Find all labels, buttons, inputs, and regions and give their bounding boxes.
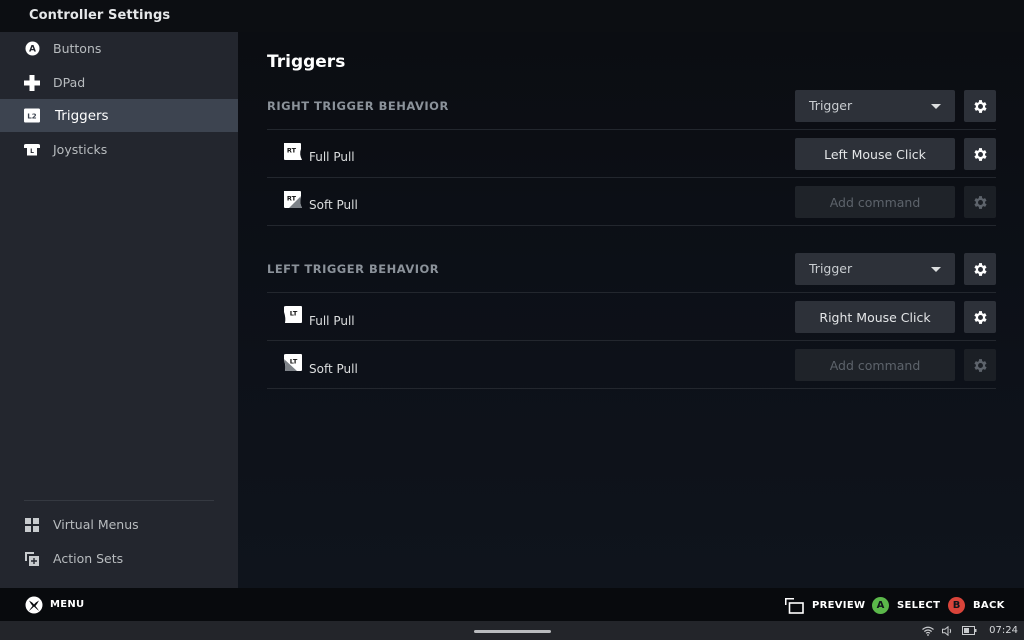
right-trigger-settings-button[interactable] (964, 90, 996, 122)
row-label: Soft Pull (309, 198, 358, 212)
svg-text:RT: RT (287, 147, 297, 155)
main-panel: Triggers RIGHT TRIGGER BEHAVIOR Trigger … (238, 32, 1024, 588)
joystick-icon: L (24, 142, 40, 158)
left-trigger-settings-button[interactable] (964, 253, 996, 285)
menu-label[interactable]: MENU (50, 599, 84, 610)
volume-icon[interactable] (942, 625, 954, 636)
dpad-icon (24, 74, 40, 91)
xbox-menu-icon[interactable] (25, 596, 43, 614)
row-divider (267, 225, 996, 226)
system-taskbar: 07:24 (0, 621, 1024, 640)
row-divider (267, 388, 996, 389)
select-label: SELECT (897, 599, 941, 611)
back-hint[interactable]: B BACK (948, 596, 1005, 614)
sidebar-item-joysticks[interactable]: L Joysticks (0, 133, 238, 166)
sidebar-item-virtual-menus[interactable]: Virtual Menus (0, 508, 238, 541)
gear-icon (973, 310, 987, 324)
sidebar-item-label: Action Sets (53, 551, 124, 566)
section-header-left-trigger: LEFT TRIGGER BEHAVIOR (267, 262, 440, 276)
sidebar-item-label: Buttons (53, 41, 102, 56)
home-indicator[interactable] (474, 630, 551, 633)
right-full-pull-settings-button[interactable] (964, 138, 996, 170)
sidebar-item-label: Virtual Menus (53, 517, 139, 532)
page-title: Triggers (267, 52, 346, 72)
title-bar: Controller Settings (0, 0, 1024, 32)
sidebar-item-label: DPad (53, 75, 86, 90)
a-button-icon: A (872, 596, 889, 614)
gear-icon (973, 195, 987, 209)
action-sets-icon (24, 551, 40, 567)
sidebar-item-triggers[interactable]: L2 Triggers (0, 99, 238, 132)
l2-trigger-icon: L2 (24, 108, 40, 124)
right-full-pull-command-button[interactable]: Left Mouse Click (795, 138, 955, 170)
chevron-down-icon (931, 104, 941, 109)
gear-icon (973, 262, 987, 276)
a-button-icon: A (24, 41, 40, 57)
footer-bar: MENU PREVIEW A SELECT B BACK (0, 588, 1024, 621)
sidebar-item-dpad[interactable]: DPad (0, 66, 238, 99)
clock: 07:24 (989, 625, 1018, 636)
sidebar-item-action-sets[interactable]: Action Sets (0, 542, 238, 575)
system-tray: 07:24 (922, 621, 1024, 640)
select-value: Trigger (809, 98, 853, 113)
row-divider (267, 129, 996, 130)
lt-soft-pull-icon: LT (284, 354, 302, 371)
row-label: Full Pull (309, 150, 355, 164)
row-divider (267, 177, 996, 178)
preview-hint[interactable]: PREVIEW (784, 596, 865, 614)
select-hint[interactable]: A SELECT (872, 596, 940, 614)
row-label: Soft Pull (309, 362, 358, 376)
preview-label: PREVIEW (812, 599, 866, 611)
b-button-icon: B (948, 596, 965, 614)
right-soft-pull-settings-button[interactable] (964, 186, 996, 218)
left-soft-pull-add-command-button[interactable]: Add command (795, 349, 955, 381)
sidebar: A Buttons DPad L2 Triggers L Joysticks V… (0, 32, 238, 588)
battery-icon[interactable] (962, 626, 977, 635)
sidebar-item-label: Joysticks (53, 142, 108, 157)
sidebar-item-label: Triggers (55, 107, 109, 124)
left-full-pull-settings-button[interactable] (964, 301, 996, 333)
left-full-pull-command-button[interactable]: Right Mouse Click (795, 301, 955, 333)
right-soft-pull-add-command-button[interactable]: Add command (795, 186, 955, 218)
row-divider (267, 340, 996, 341)
gear-icon (973, 147, 987, 161)
sidebar-item-buttons[interactable]: A Buttons (0, 32, 238, 65)
wifi-icon[interactable] (922, 626, 935, 636)
row-divider (267, 292, 996, 293)
svg-text:L2: L2 (27, 112, 36, 121)
row-label: Full Pull (309, 314, 355, 328)
window-title: Controller Settings (29, 8, 171, 23)
svg-text:A: A (29, 45, 36, 55)
svg-text:L: L (30, 148, 34, 155)
select-value: Trigger (809, 261, 853, 276)
rt-full-pull-icon: RT (284, 143, 302, 160)
left-soft-pull-settings-button[interactable] (964, 349, 996, 381)
gear-icon (973, 99, 987, 113)
right-trigger-mode-select[interactable]: Trigger (795, 90, 955, 122)
rt-soft-pull-icon: RT (284, 191, 302, 208)
svg-text:RT: RT (287, 195, 297, 203)
lt-full-pull-icon: LT (284, 306, 302, 323)
preview-icon (785, 597, 804, 614)
section-header-right-trigger: RIGHT TRIGGER BEHAVIOR (267, 99, 449, 113)
sidebar-divider (24, 500, 214, 501)
left-trigger-mode-select[interactable]: Trigger (795, 253, 955, 285)
svg-text:LT: LT (290, 310, 298, 318)
back-label: BACK (973, 599, 1005, 611)
gear-icon (973, 358, 987, 372)
grid-icon (24, 517, 40, 533)
chevron-down-icon (931, 267, 941, 272)
svg-text:LT: LT (290, 358, 298, 366)
